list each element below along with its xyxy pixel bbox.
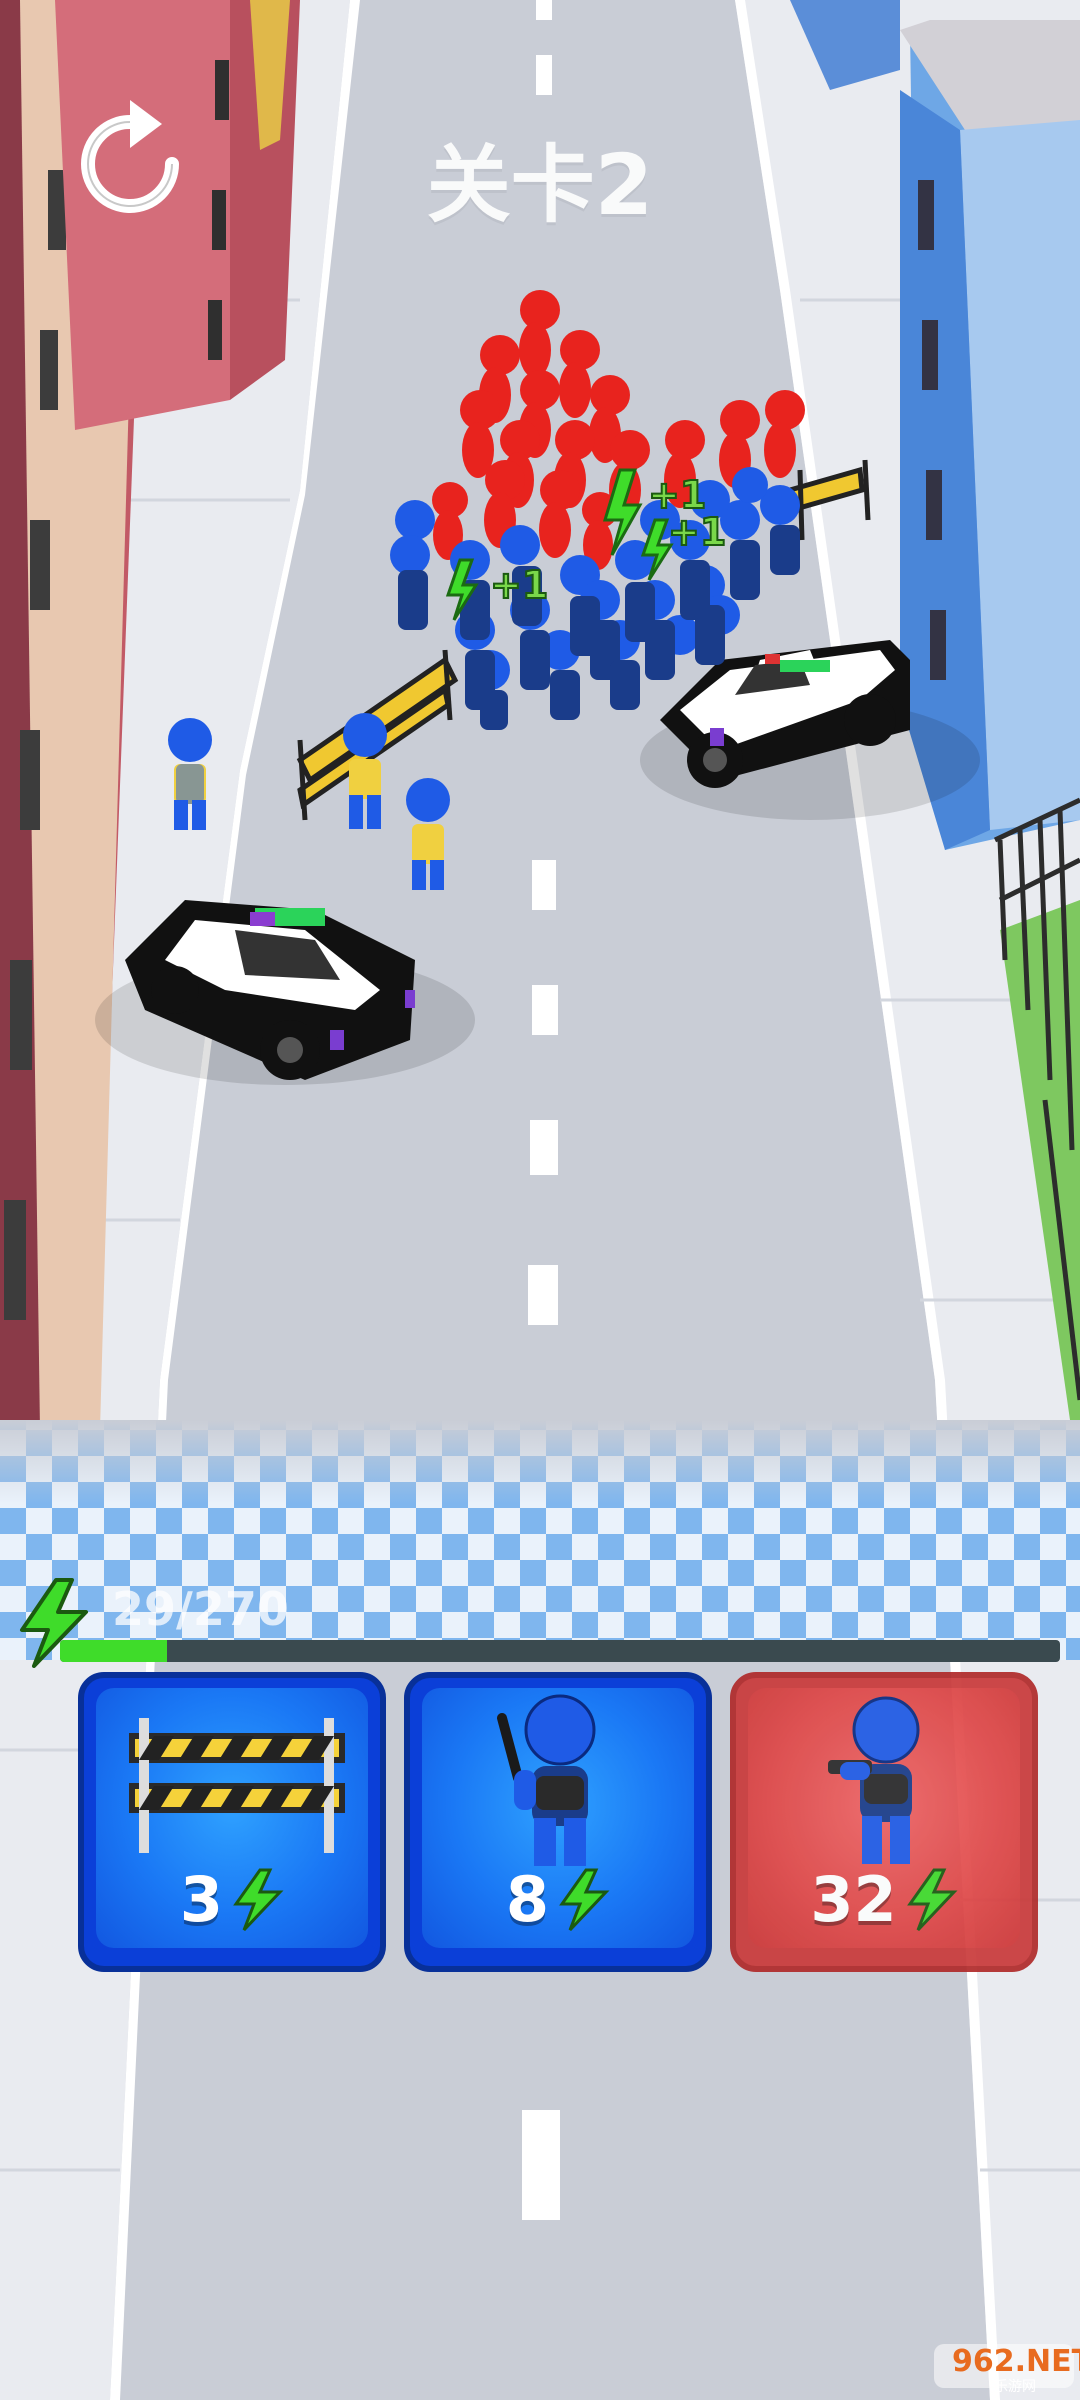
cost-value: 32 bbox=[810, 1863, 897, 1936]
card-cost: 3 bbox=[84, 1863, 380, 1936]
energy-counter: 29/270 bbox=[112, 1582, 289, 1636]
card-baton-officer[interactable]: 8 bbox=[404, 1672, 712, 1972]
card-cost: 32 bbox=[736, 1863, 1032, 1936]
restart-button[interactable] bbox=[70, 100, 190, 230]
energy-progress-fill bbox=[60, 1640, 167, 1662]
lightning-icon bbox=[906, 1868, 958, 1931]
card-gunner-officer[interactable]: 32 bbox=[730, 1672, 1038, 1972]
game-scene: +1 +1 +1 bbox=[0, 0, 1080, 2400]
watermark-subtext: 乐游网 bbox=[994, 2379, 1036, 2395]
energy-progress-bar bbox=[60, 1640, 1060, 1662]
cost-value: 3 bbox=[179, 1863, 224, 1936]
card-barricade[interactable]: 3 bbox=[78, 1672, 386, 1972]
barricade-icon bbox=[129, 1718, 345, 1853]
plus-one-label: +1 bbox=[668, 510, 726, 554]
baton-officer-icon bbox=[497, 1694, 596, 1866]
gunner-officer-icon bbox=[828, 1696, 920, 1864]
watermark-text: 962.NET bbox=[952, 2344, 1080, 2379]
card-cost: 8 bbox=[410, 1863, 706, 1936]
plus-one-label: +1 bbox=[490, 563, 548, 607]
lightning-icon bbox=[559, 1868, 610, 1931]
restart-icon bbox=[81, 100, 179, 213]
lightning-icon bbox=[233, 1868, 284, 1931]
cost-value: 8 bbox=[505, 1863, 550, 1936]
